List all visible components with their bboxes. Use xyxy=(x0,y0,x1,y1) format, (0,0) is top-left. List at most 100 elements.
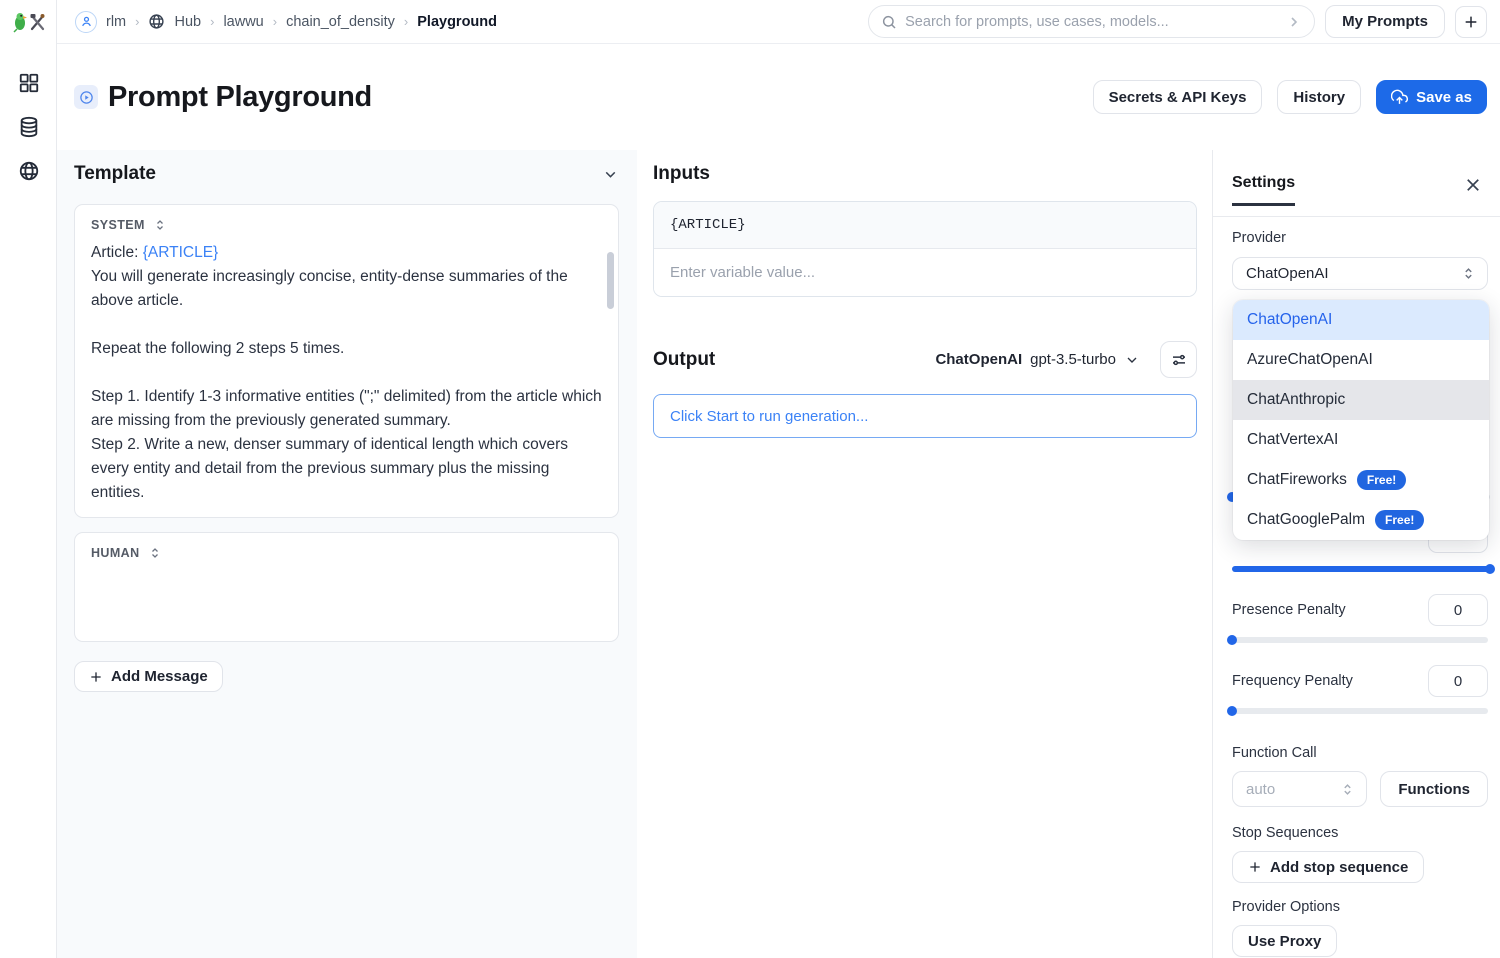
role-selector-chevrons-icon[interactable] xyxy=(149,547,161,559)
dropdown-item-chatopenai[interactable]: ChatOpenAI xyxy=(1233,300,1489,340)
use-proxy-button[interactable]: Use Proxy xyxy=(1232,925,1338,957)
provider-select-value: ChatOpenAI xyxy=(1246,265,1329,282)
slider-handle[interactable] xyxy=(1485,564,1495,574)
role-selector-chevrons-icon[interactable] xyxy=(154,219,166,231)
langchain-logo[interactable] xyxy=(0,0,57,44)
save-as-button[interactable]: Save as xyxy=(1376,80,1487,114)
person-icon xyxy=(81,16,91,27)
inputs-section-title: Inputs xyxy=(653,163,710,184)
search-bar[interactable] xyxy=(868,5,1316,38)
presence-penalty-slider[interactable] xyxy=(1227,635,1488,645)
plus-icon xyxy=(91,671,101,682)
up-down-chevrons-icon xyxy=(1344,783,1352,795)
breadcrumb-item-current: Playground xyxy=(417,13,498,30)
my-prompts-button[interactable]: My Prompts xyxy=(1325,5,1445,38)
dropdown-item-chatvertexai[interactable]: ChatVertexAI xyxy=(1233,420,1489,460)
input-variable-name: {ARTICLE} xyxy=(654,202,1196,249)
breadcrumb: rlm › Hub › lawwu › chain_of_density › P… xyxy=(75,10,498,33)
add-message-button[interactable]: Add Message xyxy=(74,661,223,692)
chevron-right-icon: › xyxy=(210,14,215,29)
globe-icon xyxy=(19,161,38,181)
system-role-label[interactable]: SYSTEM xyxy=(91,218,145,232)
slider-handle[interactable] xyxy=(1227,635,1237,645)
human-message-card[interactable]: HUMAN xyxy=(74,532,619,642)
provider-label: Provider xyxy=(1232,230,1286,246)
collapse-template-button[interactable] xyxy=(602,166,619,183)
top-slider[interactable] xyxy=(1232,564,1495,574)
page-header: Prompt Playground Secrets & API Keys His… xyxy=(57,44,1500,150)
free-badge: Free! xyxy=(1356,470,1407,490)
dropdown-item-chatgooglepalm[interactable]: ChatGooglePalm Free! xyxy=(1233,500,1489,540)
secrets-api-keys-button[interactable]: Secrets & API Keys xyxy=(1092,80,1263,114)
chevron-right-icon: › xyxy=(403,14,409,29)
model-settings-button[interactable] xyxy=(1160,341,1197,378)
hub-globe-icon xyxy=(148,13,165,30)
settings-tab[interactable]: Settings xyxy=(1232,174,1296,206)
search-icon xyxy=(883,15,896,29)
sidebar-item-datasets[interactable] xyxy=(0,105,57,149)
new-prompt-button[interactable] xyxy=(1455,5,1487,38)
system-message-card[interactable]: SYSTEM Article: {ARTICLE} You will gener… xyxy=(74,204,619,518)
system-message-text[interactable]: Article: {ARTICLE} You will generate inc… xyxy=(91,241,602,505)
function-call-label: Function Call xyxy=(1232,745,1317,761)
left-rail xyxy=(0,0,57,958)
close-settings-button[interactable] xyxy=(1464,176,1482,194)
close-icon xyxy=(1467,179,1479,191)
grid-icon xyxy=(19,73,38,93)
inputs-card: {ARTICLE} xyxy=(653,201,1197,297)
scrollbar-thumb[interactable] xyxy=(607,252,614,309)
breadcrumb-item-org[interactable]: rlm xyxy=(106,14,126,30)
article-variable-token[interactable]: {ARTICLE} xyxy=(143,244,219,261)
model-name-label: gpt-3.5-turbo xyxy=(1030,351,1116,368)
history-button[interactable]: History xyxy=(1277,80,1362,114)
provider-options-label: Provider Options xyxy=(1232,899,1340,915)
prompt-playground-page: rlm › Hub › lawwu › chain_of_density › P… xyxy=(0,0,1500,958)
cloud-upload-icon xyxy=(1391,89,1409,104)
parrot-tools-logo-icon xyxy=(12,13,44,33)
provider-dropdown-menu: ChatOpenAI AzureChatOpenAI ChatAnthropic… xyxy=(1233,300,1489,540)
chevron-down-icon xyxy=(605,171,616,178)
sliders-icon xyxy=(1172,354,1185,365)
free-badge: Free! xyxy=(1375,510,1425,530)
breadcrumb-item-repo[interactable]: chain_of_density xyxy=(286,14,395,30)
database-icon xyxy=(20,116,37,138)
template-section-title: Template xyxy=(74,163,157,184)
chevron-right-icon: › xyxy=(135,14,140,29)
search-input[interactable] xyxy=(905,13,1279,30)
chevron-right-icon: › xyxy=(272,14,278,29)
sidebar-item-apps[interactable] xyxy=(0,61,57,105)
plus-icon xyxy=(1465,16,1477,27)
model-provider-label: ChatOpenAI xyxy=(935,351,1023,368)
frequency-penalty-label: Frequency Penalty xyxy=(1232,673,1353,689)
output-empty-state[interactable]: Click Start to run generation... xyxy=(653,394,1197,438)
frequency-penalty-slider[interactable] xyxy=(1227,706,1488,716)
frequency-penalty-input[interactable]: 0 xyxy=(1428,665,1488,697)
presence-penalty-label: Presence Penalty xyxy=(1232,602,1346,618)
function-call-select[interactable]: auto xyxy=(1232,771,1368,807)
chevron-right-icon xyxy=(1291,16,1298,27)
run-panel: Inputs {ARTICLE} Output ChatOpenAI gpt-3… xyxy=(637,150,1212,958)
top-bar: rlm › Hub › lawwu › chain_of_density › P… xyxy=(57,0,1500,44)
page-title: Prompt Playground xyxy=(108,80,372,113)
add-stop-sequence-button[interactable]: Add stop sequence xyxy=(1232,851,1425,883)
human-role-label[interactable]: HUMAN xyxy=(91,546,140,560)
playground-icon xyxy=(74,85,98,109)
chevron-down-icon xyxy=(1127,357,1137,363)
output-section-title: Output xyxy=(653,348,716,370)
functions-button[interactable]: Functions xyxy=(1380,771,1488,807)
model-selector[interactable]: ChatOpenAI gpt-3.5-turbo xyxy=(935,351,1140,368)
presence-penalty-input[interactable]: 0 xyxy=(1428,594,1488,626)
variable-value-input[interactable] xyxy=(658,264,1192,281)
provider-select[interactable]: ChatOpenAI xyxy=(1232,257,1488,290)
function-call-value: auto xyxy=(1246,780,1276,798)
settings-panel: Settings Provider ChatOpenAI Presence Pe… xyxy=(1212,150,1500,958)
user-avatar[interactable] xyxy=(75,10,97,33)
dropdown-item-azurechatopenai[interactable]: AzureChatOpenAI xyxy=(1233,340,1489,380)
slider-handle[interactable] xyxy=(1227,706,1237,716)
up-down-chevrons-icon xyxy=(1465,268,1472,279)
breadcrumb-item-hub[interactable]: Hub xyxy=(174,14,201,30)
dropdown-item-chatfireworks[interactable]: ChatFireworks Free! xyxy=(1233,460,1489,500)
sidebar-item-hub[interactable] xyxy=(0,149,57,193)
breadcrumb-item-owner[interactable]: lawwu xyxy=(223,14,263,30)
dropdown-item-chatanthropic[interactable]: ChatAnthropic xyxy=(1233,380,1489,420)
